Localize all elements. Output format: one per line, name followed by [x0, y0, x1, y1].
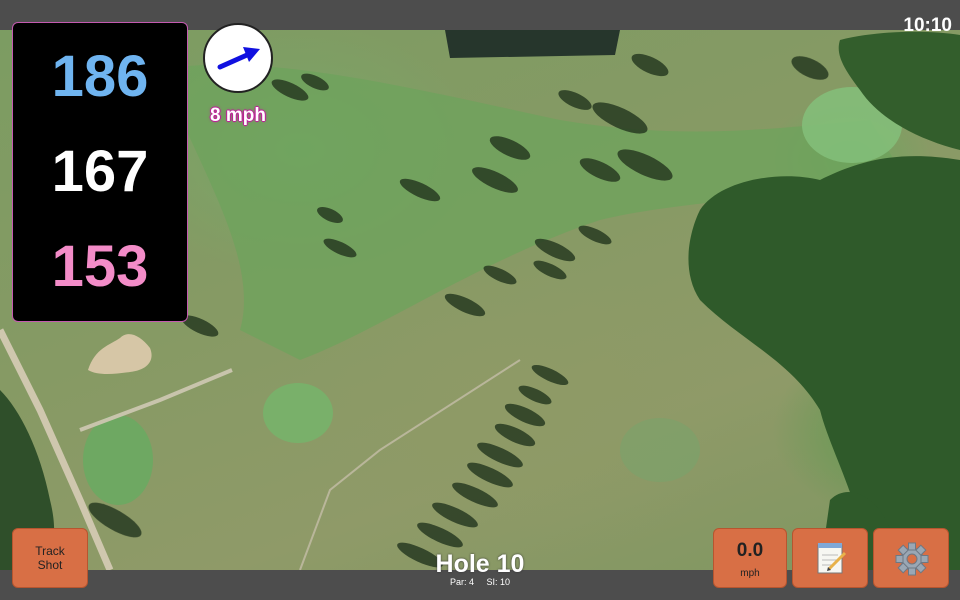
- speed-unit: mph: [740, 568, 760, 579]
- distance-front: 153: [51, 234, 149, 300]
- notepad-icon: [817, 543, 847, 574]
- hole-title[interactable]: Hole 10: [380, 549, 580, 579]
- notes-button[interactable]: [792, 528, 868, 588]
- clock: 10:10: [903, 15, 952, 36]
- wind-arrow-icon: [217, 47, 260, 70]
- hole-stroke-index: SI: 10: [486, 577, 511, 587]
- distance-middle: 167: [51, 138, 149, 204]
- track-shot-label-line1: Track: [35, 544, 65, 558]
- gear-icon: [895, 542, 929, 576]
- speed-value: 0.0: [736, 540, 764, 561]
- settings-button[interactable]: [873, 528, 949, 588]
- track-shot-label-line2: Shot: [37, 558, 63, 572]
- distance-panel[interactable]: 186 167 153: [12, 22, 188, 322]
- wind-indicator[interactable]: [203, 23, 273, 93]
- distance-back: 186: [51, 43, 149, 109]
- wind-speed: 8 mph: [210, 105, 266, 126]
- speed-button[interactable]: 0.0 mph: [713, 528, 787, 588]
- hole-info: Par: 4 SI: 10: [380, 577, 580, 587]
- track-shot-button[interactable]: Track Shot: [12, 528, 88, 588]
- hole-par: Par: 4: [449, 577, 474, 587]
